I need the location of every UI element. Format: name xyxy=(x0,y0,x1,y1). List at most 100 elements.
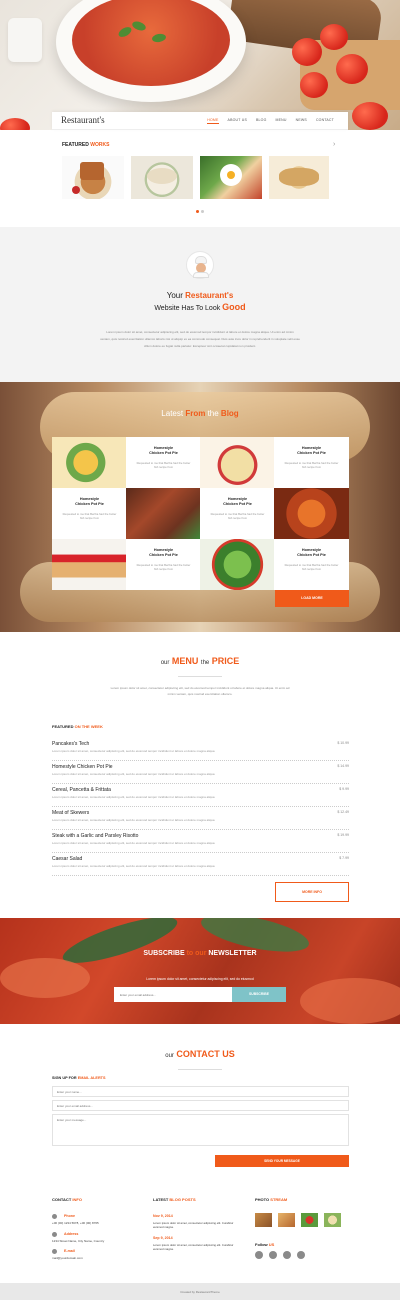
blog-heading: Latest From the Blog xyxy=(0,409,400,418)
instagram-icon[interactable] xyxy=(283,1251,291,1259)
nav-about[interactable]: ABOUT US xyxy=(228,118,247,124)
follow-heading-b: US xyxy=(268,1242,275,1247)
blog-card-2[interactable]: Homestyle Chicken Pot Pie Requested to me… xyxy=(274,437,349,488)
blog-card-1[interactable]: Homestyle Chicken Pot Pie Requested to me… xyxy=(126,437,201,488)
menu-intro-2: minim veniam, quis nostrud exercitation … xyxy=(167,692,233,696)
menu-item[interactable]: Caesar Salad $ 7.99 Lorem ipsum dolor si… xyxy=(52,856,349,876)
photo-stream-heading: PHOTO STREAM xyxy=(255,1197,287,1202)
email-label: E-mail xyxy=(64,1249,75,1253)
slider-dot[interactable] xyxy=(201,210,204,213)
twitter-icon[interactable] xyxy=(269,1251,277,1259)
blog-photo-4[interactable] xyxy=(274,488,349,539)
blog-photo-5[interactable] xyxy=(52,539,127,590)
intro-word-accent: Good xyxy=(222,302,246,312)
intro-word: Your xyxy=(166,291,183,300)
tomato-image xyxy=(320,24,348,50)
main-menu: HOME ABOUT US BLOG MENU NEWS CONTACT xyxy=(207,118,334,124)
phone-label: Phone xyxy=(64,1214,75,1218)
blog-card-text: Requested to me that Bertha had the butt… xyxy=(284,461,339,469)
post-text[interactable]: Lorem ipsum dolor sit amet, consectetur … xyxy=(153,1221,241,1229)
tomato-image xyxy=(300,72,328,98)
name-field[interactable] xyxy=(52,1086,349,1097)
send-message-button[interactable]: SEND YOUR MESSAGE xyxy=(215,1155,349,1167)
blog-photo-1[interactable] xyxy=(52,437,127,488)
phone-icon xyxy=(52,1214,57,1219)
featured-thumb-2[interactable] xyxy=(131,156,193,199)
subscribe-button[interactable]: SUBSCRIBE xyxy=(232,987,286,1002)
subscribe-heading-word-accent: our xyxy=(195,950,207,957)
menu-item-name: Cereal, Pancetta & Frittata xyxy=(52,787,111,793)
photo-stream-thumb[interactable] xyxy=(278,1213,295,1227)
featured-week-b: ON THE WEEK xyxy=(74,724,103,729)
featured-week-a: FEATURED xyxy=(52,724,74,729)
contact-heading-word-accent: CONTACT US xyxy=(176,1049,235,1059)
mail-icon xyxy=(52,1249,57,1254)
featured-thumb-1[interactable] xyxy=(62,156,124,199)
signup-heading: SIGN UP FOR EMAIL ALERTS xyxy=(52,1076,106,1080)
blog-card-text: Requested to me that Bertha had the butt… xyxy=(284,563,339,571)
contact-info-heading-a: CONTACT xyxy=(52,1197,72,1202)
blog-card-title: Homestyle xyxy=(227,497,248,501)
nav-news[interactable]: NEWS xyxy=(296,118,307,124)
menu-item-desc: Lorem ipsum dolor sit amet, consectetur … xyxy=(52,841,215,845)
youtube-icon[interactable] xyxy=(297,1251,305,1259)
menu-item[interactable]: Cereal, Pancetta & Frittata $ 9.99 Lorem… xyxy=(52,787,349,807)
blog-card-6[interactable]: Homestyle Chicken Pot Pie Requested to me… xyxy=(274,539,349,590)
slider-dot-active[interactable] xyxy=(196,210,199,213)
blog-card-title: Homestyle xyxy=(153,548,174,552)
featured-thumb-4[interactable] xyxy=(269,156,329,199)
blog-card-text: Requested to me that Bertha had the butt… xyxy=(62,512,117,520)
site-logo[interactable]: Restaurant's xyxy=(61,115,105,125)
post-date[interactable]: Sep 9, 2014 xyxy=(153,1236,173,1240)
blog-card-text: Requested to me that Bertha had the butt… xyxy=(136,563,191,571)
follow-heading-a: Follow xyxy=(255,1242,268,1247)
blog-card-5[interactable]: Homestyle Chicken Pot Pie Requested to me… xyxy=(126,539,201,590)
photo-stream-thumb[interactable] xyxy=(324,1213,341,1227)
nav-contact[interactable]: CONTACT xyxy=(316,118,334,124)
load-more-button[interactable]: LOAD MORE xyxy=(275,590,349,607)
blog-photo-6[interactable] xyxy=(200,539,275,590)
blog-heading-word-accent: Blog xyxy=(220,409,239,418)
blog-heading-word-accent: From xyxy=(185,409,206,418)
email-field[interactable] xyxy=(52,1100,349,1111)
post-text[interactable]: Lorem ipsum dolor sit amet, consectetur … xyxy=(153,1243,241,1251)
menu-item[interactable]: Steak with a Garlic and Parsley Risotto … xyxy=(52,833,349,853)
menu-item-desc: Lorem ipsum dolor sit amet, consectetur … xyxy=(52,818,215,822)
nav-home[interactable]: HOME xyxy=(207,118,219,124)
menu-item-desc: Lorem ipsum dolor sit amet, consectetur … xyxy=(52,772,215,776)
menu-item-desc: Lorem ipsum dolor sit amet, consectetur … xyxy=(52,749,215,753)
chevron-right-icon[interactable]: › xyxy=(333,141,335,148)
photo-stream-thumb[interactable] xyxy=(301,1213,318,1227)
blog-card-title: Chicken Pot Pie xyxy=(149,451,178,455)
nav-blog[interactable]: BLOG xyxy=(256,118,267,124)
message-field[interactable] xyxy=(52,1114,349,1146)
blog-photo-3[interactable] xyxy=(126,488,201,539)
latest-posts-heading-b: BLOG POSTS xyxy=(169,1197,196,1202)
post-date[interactable]: Nov 9, 2014 xyxy=(153,1214,173,1218)
menu-item-price: $ 12.49 xyxy=(337,810,349,814)
menu-item[interactable]: Meat of Skewers $ 12.49 Lorem ipsum dolo… xyxy=(52,810,349,830)
photo-stream-thumb[interactable] xyxy=(255,1213,272,1227)
menu-item[interactable]: Homestyle Chicken Pot Pie $ 14.99 Lorem … xyxy=(52,764,349,784)
blog-card-4[interactable]: Homestyle Chicken Pot Pie Requested to me… xyxy=(200,488,275,539)
intro-headline-1: Your Restaurant's xyxy=(0,291,400,300)
more-info-button[interactable]: MORE INFO xyxy=(275,882,349,902)
featured-heading-a: FEATURED xyxy=(62,142,89,148)
email-value[interactable]: mail@yourdomain.com xyxy=(52,1256,83,1260)
contact-heading-word: our xyxy=(165,1053,174,1059)
phone-value: +00 (00) 1234 5678, +00 (00) 8765 xyxy=(52,1221,99,1225)
contact-info-heading: CONTACT INFO xyxy=(52,1197,82,1202)
blog-photo-2[interactable] xyxy=(200,437,275,488)
menu-intro-1: Lorem ipsum dolor sit amet, consectetur … xyxy=(110,686,290,690)
menu-item[interactable]: Pancakes's Tech $ 10.99 Lorem ipsum dolo… xyxy=(52,741,349,761)
menu-item-price: $ 7.99 xyxy=(339,856,349,860)
photo-stream-heading-a: PHOTO xyxy=(255,1197,270,1202)
facebook-icon[interactable] xyxy=(255,1251,263,1259)
tomato-image xyxy=(0,118,30,130)
subscribe-heading-word-accent: to xyxy=(186,950,194,957)
nav-menu[interactable]: MENU xyxy=(276,118,287,124)
featured-thumb-3[interactable] xyxy=(200,156,262,199)
blog-card-title: Chicken Pot Pie xyxy=(75,502,104,506)
newsletter-email-input[interactable] xyxy=(114,987,232,1002)
blog-card-3[interactable]: Homestyle Chicken Pot Pie Requested to me… xyxy=(52,488,127,539)
